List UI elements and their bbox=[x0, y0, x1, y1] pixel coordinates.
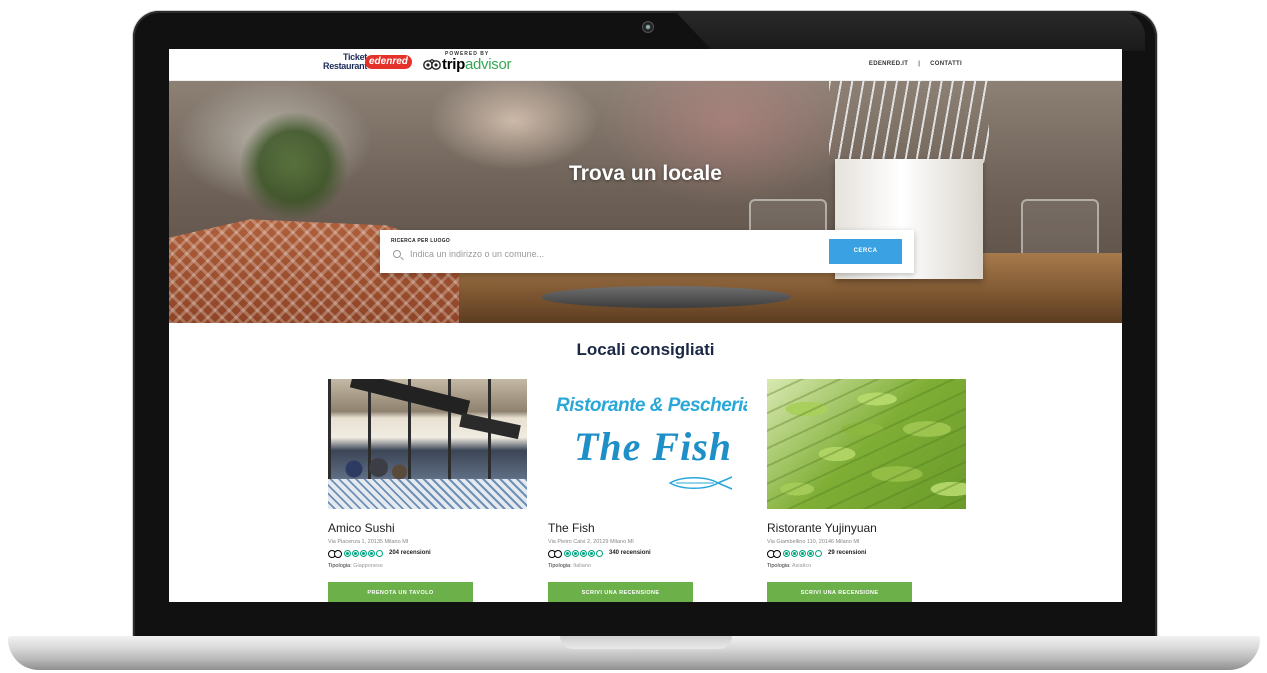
search-button[interactable]: CERCA bbox=[829, 239, 902, 264]
tripadvisor-owl-icon bbox=[423, 59, 441, 70]
logo-restaurant-text: Restaurant bbox=[323, 61, 368, 71]
restaurant-address: Via Piacenza 1, 20135 Milano MI bbox=[328, 539, 409, 545]
type-value: Asiatico bbox=[791, 563, 812, 569]
restaurant-type: Tipologia: Asiatico bbox=[767, 562, 811, 570]
rating-bubble-full-icon bbox=[344, 550, 351, 557]
laptop-frame: Ticket Restaurant edenred POWERED BY tri… bbox=[0, 0, 1267, 673]
review-count[interactable]: 204 recensioni bbox=[389, 549, 431, 558]
rating-bubble-full-icon bbox=[572, 550, 579, 557]
rating-bubble-full-icon bbox=[799, 550, 806, 557]
rating-bubble-empty-icon bbox=[596, 550, 603, 557]
rating-bubbles bbox=[783, 550, 822, 557]
rating-bubble-full-icon bbox=[783, 550, 790, 557]
laptop-notch bbox=[560, 636, 732, 649]
ticket-restaurant-logo[interactable]: Ticket Restaurant edenred bbox=[323, 53, 412, 75]
write-review-button[interactable]: SCRIVI UNA RECENSIONE bbox=[548, 582, 693, 602]
fish-logo-line2: The Fish bbox=[574, 424, 733, 469]
search-input[interactable] bbox=[410, 247, 810, 261]
restaurant-name[interactable]: Ristorante Yujinyuan bbox=[767, 521, 877, 535]
nav-link-edenred[interactable]: EDENRED.IT bbox=[869, 61, 908, 67]
rating-bubble-full-icon bbox=[791, 550, 798, 557]
hero-banner: Trova un locale RICERCA PER LUOGO CERCA bbox=[169, 81, 1122, 323]
rating-bubble-full-icon bbox=[368, 550, 375, 557]
rating-row: 204 recensioni bbox=[328, 549, 431, 558]
book-table-button[interactable]: PRENOTA UN TAVOLO bbox=[328, 582, 473, 602]
rating-bubbles bbox=[344, 550, 383, 557]
search-icon bbox=[393, 250, 401, 258]
search-label: RICERCA PER LUOGO bbox=[391, 238, 451, 244]
type-label: Tipologia: bbox=[548, 563, 572, 569]
restaurant-logo-image[interactable]: Ristorante & Pescheria The Fish bbox=[548, 379, 747, 509]
restaurant-type: Tipologia: Italiano bbox=[548, 562, 591, 570]
rating-bubble-empty-icon bbox=[815, 550, 822, 557]
rating-bubble-full-icon bbox=[352, 550, 359, 557]
section-title: Locali consigliati bbox=[576, 340, 715, 359]
rating-bubble-full-icon bbox=[580, 550, 587, 557]
tripadvisor-word-a: trip bbox=[442, 56, 465, 73]
restaurant-address: Via Pietro Calvi 2, 20129 Milano MI bbox=[548, 539, 634, 545]
hero-plate-bg bbox=[541, 286, 791, 308]
fish-icon bbox=[668, 476, 733, 490]
type-label: Tipologia: bbox=[767, 563, 791, 569]
rating-bubble-empty-icon bbox=[376, 550, 383, 557]
tripadvisor-owl-icon bbox=[328, 550, 342, 558]
hero-title: Trova un locale bbox=[569, 162, 722, 185]
top-nav: EDENRED.IT | CONTATTI bbox=[869, 59, 962, 69]
tripadvisor-word-b: advisor bbox=[464, 56, 512, 73]
search-box: RICERCA PER LUOGO CERCA bbox=[380, 230, 914, 273]
restaurant-type: Tipologia: Giapponese bbox=[328, 562, 383, 570]
tripadvisor-owl-icon bbox=[548, 550, 562, 558]
rating-row: 29 recensioni bbox=[767, 549, 866, 558]
restaurant-photo[interactable] bbox=[328, 379, 527, 509]
restaurant-photo[interactable] bbox=[767, 379, 966, 509]
restaurant-name[interactable]: Amico Sushi bbox=[328, 521, 395, 535]
site-header: Ticket Restaurant edenred POWERED BY tri… bbox=[169, 49, 1122, 81]
nav-separator: | bbox=[918, 61, 921, 67]
restaurant-address: Via Giambellino 110, 20146 Milano MI bbox=[767, 539, 860, 545]
camera-icon bbox=[643, 22, 653, 32]
tripadvisor-owl-icon bbox=[767, 550, 781, 558]
restaurant-card-the-fish: Ristorante & Pescheria The Fish The Fish… bbox=[548, 379, 748, 602]
type-label: Tipologia: bbox=[328, 563, 352, 569]
restaurant-card-amico-sushi: Amico Sushi Via Piacenza 1, 20135 Milano… bbox=[328, 379, 528, 602]
rating-bubble-full-icon bbox=[588, 550, 595, 557]
review-count[interactable]: 29 recensioni bbox=[828, 549, 866, 558]
rating-row: 340 recensioni bbox=[548, 549, 651, 558]
lid-glare bbox=[675, 11, 1145, 51]
write-review-button[interactable]: SCRIVI UNA RECENSIONE bbox=[767, 582, 912, 602]
rating-bubble-full-icon bbox=[807, 550, 814, 557]
hero-sticks-bg bbox=[829, 81, 989, 163]
edenred-logo: edenred bbox=[365, 55, 412, 69]
rating-bubble-full-icon bbox=[360, 550, 367, 557]
type-value: Giapponese bbox=[353, 563, 383, 569]
review-count[interactable]: 340 recensioni bbox=[609, 549, 651, 558]
type-value: Italiano bbox=[573, 563, 591, 569]
restaurant-card-yujinyuan: Ristorante Yujinyuan Via Giambellino 110… bbox=[767, 379, 967, 602]
rating-bubble-full-icon bbox=[564, 550, 571, 557]
rating-bubbles bbox=[564, 550, 603, 557]
fish-logo-line1: Ristorante & Pescheria bbox=[556, 395, 747, 416]
powered-by-tripadvisor-logo[interactable]: POWERED BY tripadvisor bbox=[423, 51, 513, 77]
browser-screen: Ticket Restaurant edenred POWERED BY tri… bbox=[169, 49, 1122, 602]
nav-link-contatti[interactable]: CONTATTI bbox=[930, 61, 962, 67]
restaurant-name[interactable]: The Fish bbox=[548, 521, 595, 535]
